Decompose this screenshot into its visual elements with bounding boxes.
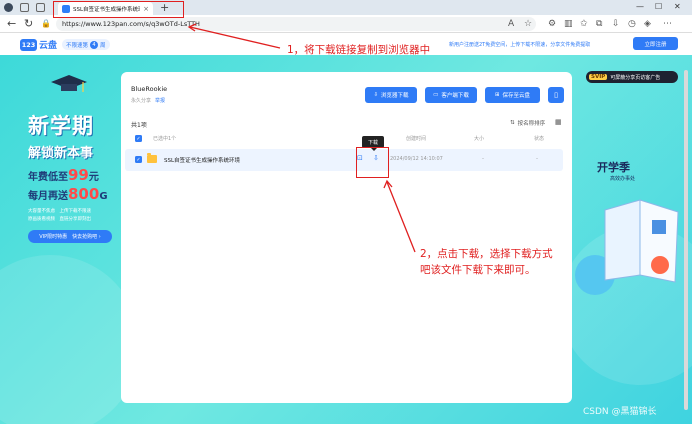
item-count: 共1项 <box>131 122 147 129</box>
promo-badge[interactable]: 不限速第 4 周 <box>62 39 110 50</box>
annotation-step1: 1，将下载链接复制到浏览器中 <box>287 44 431 56</box>
ad-left-title: 新学期 <box>28 114 94 138</box>
promo-number: 4 <box>90 40 99 49</box>
favorite-icon[interactable]: ☆ <box>524 18 532 30</box>
svip-ad-block-badge[interactable]: SVIP 可屏蔽分享页访客广告 <box>586 71 678 83</box>
select-all-checkbox[interactable]: ✓ <box>135 135 142 142</box>
history-icon[interactable]: ◷ <box>628 18 636 30</box>
back-icon[interactable]: ← <box>7 17 16 31</box>
tab-actions-icon[interactable] <box>36 3 45 12</box>
promo-label: 不限速第 <box>66 42 89 49</box>
col-selected: 已选中1个 <box>153 136 177 142</box>
extensions-icon[interactable]: ⚙ <box>548 18 556 30</box>
minimize-icon[interactable]: — <box>636 2 644 11</box>
page-scrollbar[interactable] <box>684 70 688 410</box>
maximize-icon[interactable]: ☐ <box>655 2 662 11</box>
browser-download-button[interactable]: ⇩ 浏览器下载 <box>365 87 417 103</box>
row-checkbox[interactable]: ✓ <box>135 156 142 163</box>
promo-suffix: 周 <box>100 42 106 49</box>
ad-left-price-2: 每月再送800G <box>28 185 108 203</box>
mobile-button[interactable]: ▯ <box>548 87 564 103</box>
col-status: 状态 <box>534 136 545 142</box>
read-aloud-icon[interactable]: A <box>508 18 514 30</box>
cloud-save-icon: ⊞ <box>494 92 500 98</box>
logo[interactable]: 123 云盘 <box>20 38 57 51</box>
workspaces-icon[interactable] <box>20 3 29 12</box>
logo-text: 云盘 <box>39 41 58 51</box>
save-to-cloud-button[interactable]: ⊞ 保存至云盘 <box>485 87 540 103</box>
more-icon[interactable]: ⋯ <box>663 18 672 30</box>
watermark: CSDN @黑猫锦长 <box>583 407 657 417</box>
url-text: https://www.123pan.com/s/q3wOTd-LsTTH <box>62 20 200 28</box>
file-name[interactable]: SSL自签证书生成操作系统环境 <box>164 156 240 164</box>
register-button[interactable]: 立即注册 <box>633 37 678 50</box>
grid-view-icon[interactable]: ▦ <box>555 118 562 126</box>
folder-icon <box>147 153 157 163</box>
svip-tag: SVIP <box>589 74 608 80</box>
copilot-icon[interactable]: ◈ <box>644 18 651 30</box>
share-owner: BlueRookie <box>131 85 168 93</box>
share-card: BlueRookie 永久分享 举报 ⇩ 浏览器下载 ▭ 客户端下载 ⊞ 保存至… <box>121 72 572 403</box>
file-table-header: ✓ 已选中1个 创建时间 大小 状态 <box>131 132 563 146</box>
close-window-icon[interactable]: ✕ <box>674 2 681 11</box>
open-book-illustration <box>604 199 679 283</box>
sort-control[interactable]: ⇅ 按名称排序 <box>510 119 545 127</box>
report-link[interactable]: 举报 <box>155 97 165 104</box>
ad-left-features: 大容量不焦虑 上传下载不限速 原画质看视频 直链分享即刻出 <box>28 209 91 222</box>
refresh-icon[interactable]: ↻ <box>24 17 33 31</box>
collections-icon[interactable]: ⧉ <box>596 18 602 30</box>
mobile-icon: ▯ <box>554 91 558 99</box>
url-highlight-box <box>53 1 184 18</box>
sort-icon: ⇅ <box>510 120 515 126</box>
share-validity: 永久分享 <box>131 98 152 104</box>
split-screen-icon[interactable]: ▥ <box>564 18 573 30</box>
share-meta: 永久分享 举报 <box>131 97 165 104</box>
svip-text: 可屏蔽分享页访客广告 <box>610 74 661 81</box>
downloads-icon[interactable]: ⇩ <box>612 18 620 30</box>
download-highlight-box <box>356 147 389 178</box>
col-created[interactable]: 创建时间 <box>406 135 426 142</box>
favorites-bar-icon[interactable]: ✩ <box>580 18 588 30</box>
logo-mark: 123 <box>20 38 37 51</box>
annotation-step2-line2: 吧该文件下载下来即可。 <box>420 264 536 276</box>
col-size[interactable]: 大小 <box>474 135 484 142</box>
ad-left-price-1: 年费低至99元 <box>28 166 99 184</box>
decor-blob <box>0 255 140 424</box>
table-row[interactable]: ✓ SSL自签证书生成操作系统环境 ⊡ ⇩ 2024/09/12 14:10:0… <box>125 149 563 171</box>
profile-avatar-icon[interactable] <box>4 3 13 12</box>
ad-right-subtitle: 高效办事处 <box>610 176 636 182</box>
ad-left[interactable]: 新学期 解锁新本事 年费低至99元 每月再送800G 大容量不焦虑 上传下载不限… <box>28 110 128 243</box>
download-icon: ⇩ <box>373 92 379 98</box>
file-status: - <box>536 156 538 162</box>
ad-left-subtitle: 解锁新本事 <box>28 146 94 161</box>
lock-icon[interactable]: 🔒 <box>41 17 51 31</box>
file-created: 2024/09/12 14:10:07 <box>390 156 443 162</box>
ad-left-vip-button[interactable]: VIP限时特惠 快去抢购吧 › <box>28 230 112 243</box>
annotation-step2-line1: 2，点击下载，选择下载方式 <box>420 248 553 260</box>
url-input[interactable]: https://www.123pan.com/s/q3wOTd-LsTTH <box>56 17 536 31</box>
client-icon: ▭ <box>433 92 439 98</box>
graduation-cap-icon <box>51 75 87 92</box>
header-note: 新用户注册送2T免费空间，上传下载不限速，分享文件免费提取 <box>449 42 591 48</box>
ad-right-title: 开学季 <box>597 161 630 174</box>
file-size: - <box>482 156 484 162</box>
client-download-button[interactable]: ▭ 客户端下载 <box>425 87 477 103</box>
